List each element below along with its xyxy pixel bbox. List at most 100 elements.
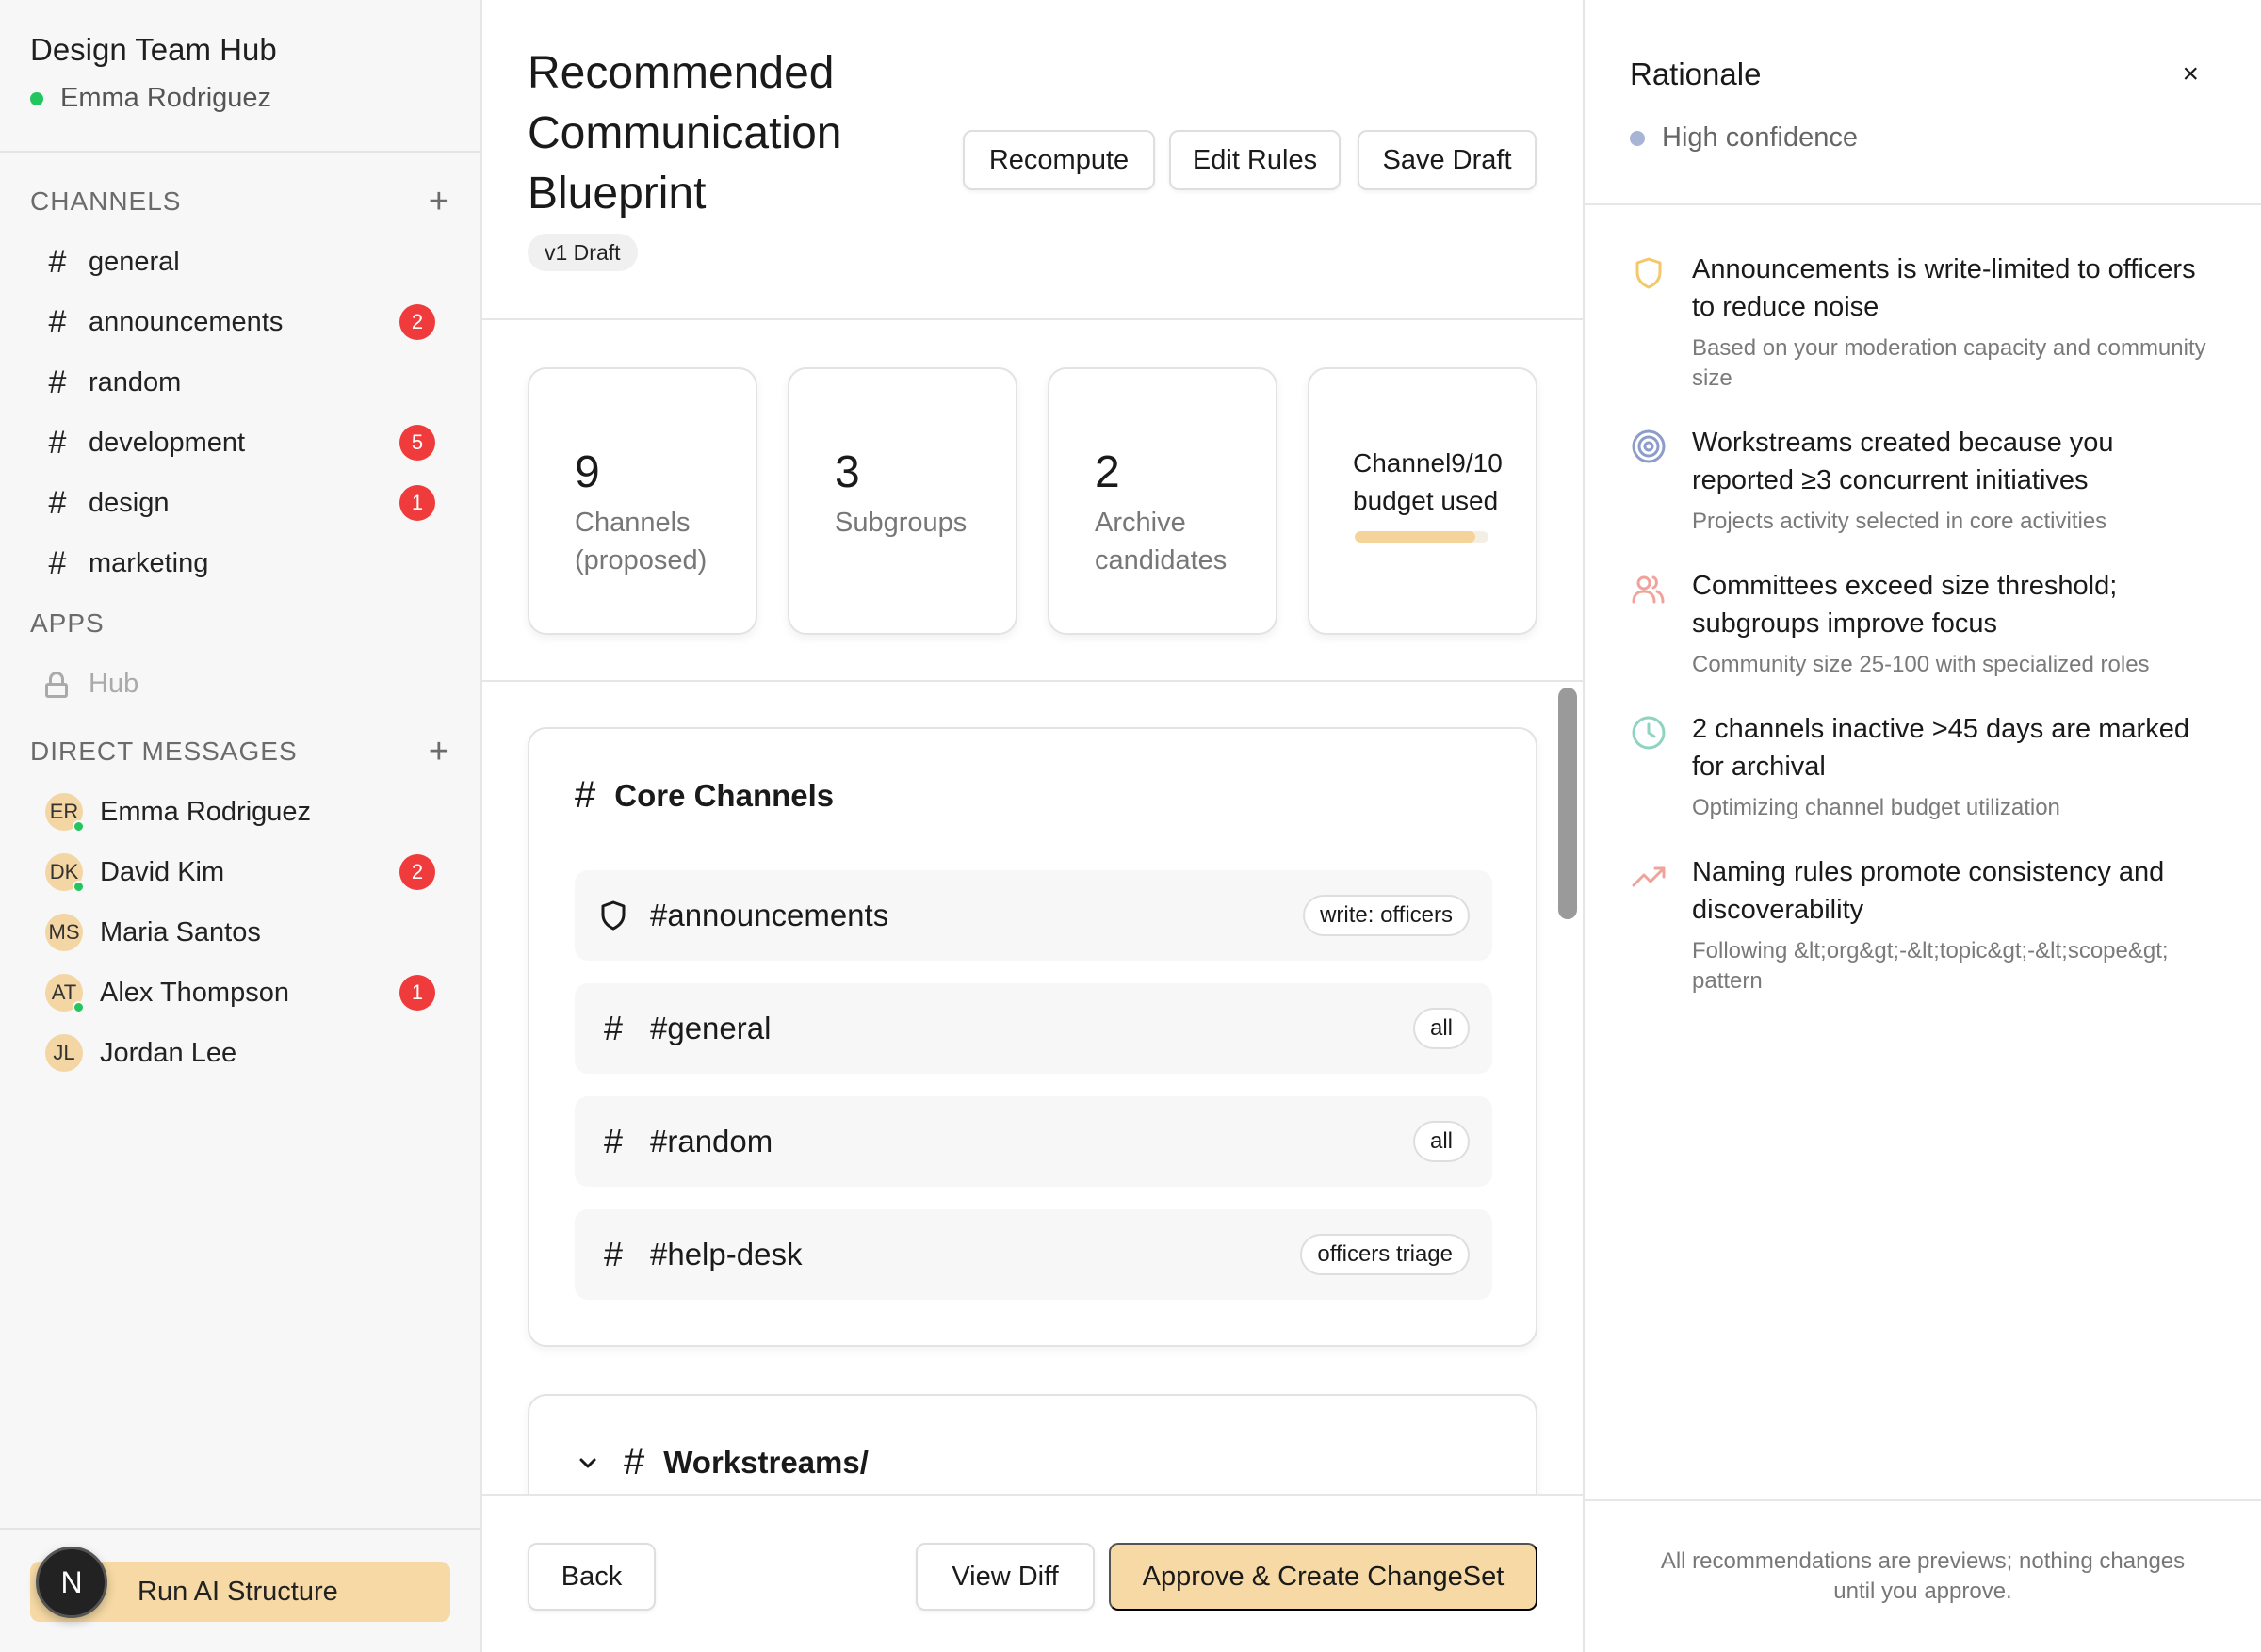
unread-badge: 2 [399, 854, 435, 890]
channel-row-general[interactable]: # #general all [575, 983, 1492, 1074]
page-title: Recommended Communication Blueprint [528, 48, 842, 219]
add-channel-icon[interactable]: + [429, 182, 450, 222]
recompute-button[interactable]: Recompute [963, 130, 1155, 190]
rationale-item: Naming rules promote consistency and dis… [1630, 853, 2214, 996]
workstreams-card: # Workstreams/ [528, 1394, 1537, 1494]
channel-row-name: #announcements [650, 898, 889, 932]
sidebar-item-general[interactable]: # general [0, 232, 480, 292]
apps-section-header: APPS [0, 593, 480, 654]
dm-item-jordan-lee[interactable]: JL Jordan Lee [0, 1023, 480, 1083]
channels-section-header: CHANNELS + [0, 171, 480, 232]
sidebar-item-label: design [89, 487, 170, 518]
sidebar-item-label: general [89, 246, 180, 277]
current-user-name: Emma Rodriguez [60, 83, 272, 113]
rationale-item-title: 2 channels inactive >45 days are marked … [1692, 714, 2189, 782]
stat-card-subgroups: 3 Subgroups [788, 367, 1017, 635]
hash-icon: # [48, 424, 67, 461]
hash-icon: # [48, 484, 67, 521]
online-status-dot [30, 91, 43, 105]
core-channels-card: # Core Channels #announcements write: of… [528, 727, 1537, 1347]
dm-item-maria-santos[interactable]: MS Maria Santos [0, 902, 480, 963]
dm-name: Jordan Lee [100, 1037, 237, 1068]
rationale-item: Committees exceed size threshold; subgro… [1630, 567, 2214, 680]
budget-label: Channel9/10 budget used [1353, 448, 1503, 515]
hash-icon: # [603, 1009, 624, 1047]
dm-list: ER Emma Rodriguez DK David Kim 2 MS Maria Sa… [0, 782, 480, 1083]
sidebar-item-label: marketing [89, 547, 209, 578]
close-icon[interactable]: × [2182, 58, 2199, 90]
rationale-item-subtitle: Optimizing channel budget utilization [1692, 795, 2060, 820]
hash-icon: # [48, 364, 67, 400]
confidence-dot [1630, 130, 1645, 146]
avatar: DK [45, 853, 85, 893]
rationale-item-subtitle: Projects activity selected in core activ… [1692, 509, 2107, 534]
dm-item-emma-rodriguez[interactable]: ER Emma Rodriguez [0, 782, 480, 842]
stat-value: 9 [575, 447, 600, 497]
stat-value: 2 [1095, 447, 1120, 497]
permission-tag: write: officers [1303, 895, 1470, 936]
channel-list: # general # announcements 2 # random # develo… [0, 232, 480, 593]
add-dm-icon[interactable]: + [429, 732, 450, 772]
sidebar-item-development[interactable]: # development 5 [0, 413, 480, 473]
stat-label: Channels (proposed) [575, 508, 708, 575]
online-status-dot [73, 881, 85, 893]
dm-item-david-kim[interactable]: DK David Kim 2 [0, 842, 480, 902]
edit-rules-button[interactable]: Edit Rules [1169, 130, 1341, 190]
rationale-item-title: Workstreams created because you reported… [1692, 428, 2114, 495]
apps-heading[interactable]: APPS [30, 608, 105, 639]
sidebar-item-label: announcements [89, 306, 284, 337]
main-content: Recommended Communication Blueprint v1 D… [482, 0, 1583, 1652]
channel-row-announcements[interactable]: #announcements write: officers [575, 870, 1492, 961]
section-title[interactable]: # Workstreams/ [577, 1441, 869, 1483]
current-user: Emma Rodriguez [30, 83, 450, 114]
channel-row-name: #random [650, 1124, 773, 1158]
users-icon [1632, 575, 1665, 604]
online-status-dot [73, 820, 85, 833]
sections-scroll-area[interactable]: # Core Channels #announcements write: of… [482, 682, 1583, 1494]
unread-badge: 5 [399, 425, 435, 461]
rationale-item: 2 channels inactive >45 days are marked … [1630, 710, 2214, 823]
budget-progress-bar [1355, 531, 1488, 543]
n-logo-icon[interactable]: N [36, 1547, 107, 1618]
rationale-item-title: Naming rules promote consistency and dis… [1692, 857, 2165, 925]
permission-tag: officers triage [1300, 1234, 1470, 1275]
chevron-down-icon[interactable] [577, 1451, 599, 1474]
sidebar-item-announcements[interactable]: # announcements 2 [0, 292, 480, 352]
hash-icon: # [624, 1441, 645, 1482]
rationale-panel: Rationale × High confidence Announcement… [1583, 0, 2261, 1652]
rationale-item-title: Announcements is write-limited to office… [1692, 254, 2196, 322]
sidebar-item-label: development [89, 427, 246, 458]
unread-badge: 1 [399, 975, 435, 1011]
rationale-item-title: Committees exceed size threshold; subgro… [1692, 571, 2118, 639]
dm-name: Alex Thompson [100, 977, 289, 1008]
sidebar-item-design[interactable]: # design 1 [0, 473, 480, 533]
avatar: AT [45, 974, 85, 1013]
back-button[interactable]: Back [528, 1543, 656, 1611]
save-draft-button[interactable]: Save Draft [1358, 130, 1537, 190]
rationale-item-subtitle: Community size 25-100 with specialized r… [1692, 652, 2150, 677]
stat-label: Subgroups [835, 508, 968, 538]
hash-icon: # [48, 303, 67, 340]
channels-heading[interactable]: CHANNELS [30, 186, 181, 217]
dm-item-alex-thompson[interactable]: AT Alex Thompson 1 [0, 963, 480, 1023]
permission-tag: all [1412, 1008, 1470, 1049]
stat-label: Archive candidates [1095, 508, 1228, 575]
main-footer: Back View Diff Approve & Create ChangeSe… [482, 1494, 1583, 1652]
sidebar-item-hub[interactable]: Hub [0, 654, 480, 714]
workspace-name[interactable]: Design Team Hub [30, 32, 450, 68]
online-status-dot [73, 1001, 85, 1013]
rationale-title: Rationale [1630, 57, 1762, 91]
budget-progress-fill [1355, 531, 1475, 543]
approve-create-changeset-button[interactable]: Approve & Create ChangeSet [1109, 1543, 1537, 1611]
hash-icon: # [575, 774, 596, 816]
rationale-item: Workstreams created because you reported… [1630, 424, 2214, 537]
version-badge: v1 Draft [528, 234, 638, 271]
dm-heading[interactable]: DIRECT MESSAGES [30, 737, 298, 767]
channel-row-help-desk[interactable]: # #help-desk officers triage [575, 1209, 1492, 1300]
scrollbar[interactable] [1558, 688, 1577, 919]
view-diff-button[interactable]: View Diff [916, 1543, 1095, 1611]
hash-icon: # [603, 1122, 624, 1160]
sidebar-item-marketing[interactable]: # marketing [0, 533, 480, 593]
sidebar-item-random[interactable]: # random [0, 352, 480, 413]
channel-row-random[interactable]: # #random all [575, 1096, 1492, 1187]
